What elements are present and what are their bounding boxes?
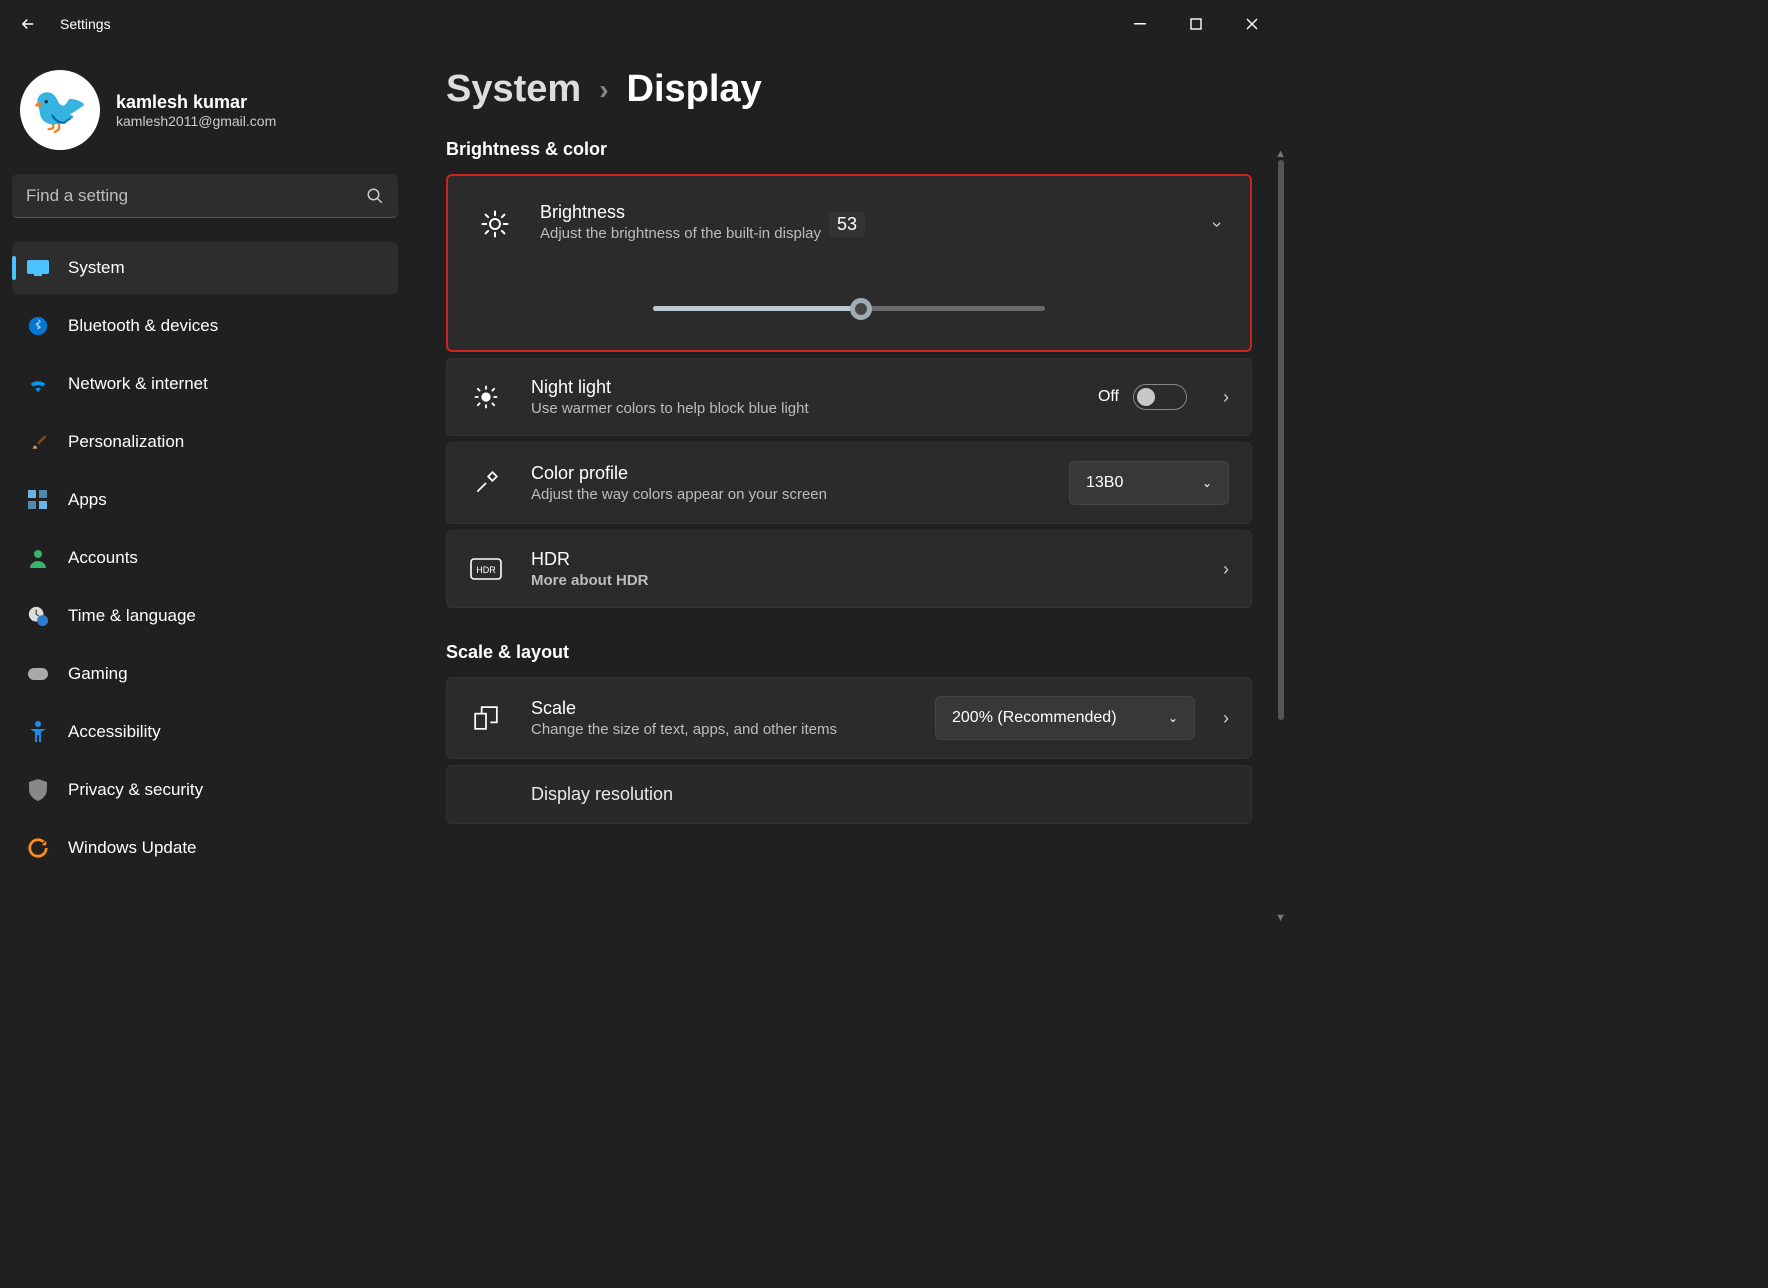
night-light-icon [469,383,503,411]
breadcrumb: System › Display [446,68,1252,111]
sidebar-item-bluetooth[interactable]: Bluetooth & devices [12,300,398,352]
scale-subtitle: Change the size of text, apps, and other… [531,721,907,738]
slider-fill [653,306,861,311]
sidebar-item-windows-update[interactable]: Windows Update [12,822,398,874]
maximize-button[interactable] [1168,4,1224,44]
sidebar-item-label: Network & internet [68,374,208,394]
night-light-toggle[interactable] [1133,384,1187,410]
chevron-down-icon[interactable]: › [1207,221,1228,227]
wifi-icon [26,372,50,396]
shield-icon [26,778,50,802]
apps-icon [26,488,50,512]
display-resolution-title: Display resolution [531,784,1229,805]
sidebar-item-network[interactable]: Network & internet [12,358,398,410]
sidebar-item-personalization[interactable]: Personalization [12,416,398,468]
eyedropper-icon [469,470,503,496]
hdr-subtitle[interactable]: More about HDR [531,572,1195,589]
sidebar-item-time-language[interactable]: Time & language [12,590,398,642]
bluetooth-icon [26,314,50,338]
brightness-subtitle: Adjust the brightness of the built-in di… [540,225,821,242]
sidebar-item-label: Apps [68,490,107,510]
hdr-card[interactable]: HDR HDR More about HDR › [446,530,1252,608]
sidebar-item-accessibility[interactable]: Accessibility [12,706,398,758]
brightness-card[interactable]: Brightness Adjust the brightness of the … [446,174,1252,352]
scrollbar-thumb[interactable] [1278,160,1284,720]
scroll-up-icon[interactable]: ▲ [1275,148,1286,160]
chevron-right-icon[interactable]: › [1223,387,1229,408]
search-icon [366,187,384,205]
sidebar-item-label: Windows Update [68,838,197,858]
sidebar-item-system[interactable]: System [12,242,398,294]
clock-globe-icon [26,604,50,628]
scale-selected: 200% (Recommended) [952,709,1117,727]
brightness-value: 53 [829,212,865,237]
scale-icon [469,705,503,731]
section-brightness-color: Brightness & color [446,139,1252,160]
avatar: 🐦 [20,70,100,150]
color-profile-dropdown[interactable]: 13B0 ⌄ [1069,461,1229,505]
back-button[interactable] [8,4,48,44]
chevron-down-icon: ⌄ [1202,476,1212,490]
chevron-down-icon: ⌄ [1168,711,1178,725]
hdr-title: HDR [531,549,1195,570]
breadcrumb-parent[interactable]: System [446,68,581,111]
minimize-button[interactable] [1112,4,1168,44]
close-button[interactable] [1224,4,1280,44]
sidebar-item-apps[interactable]: Apps [12,474,398,526]
scale-card[interactable]: Scale Change the size of text, apps, and… [446,677,1252,759]
scale-title: Scale [531,698,907,719]
breadcrumb-current: Display [627,68,762,111]
sidebar-item-accounts[interactable]: Accounts [12,532,398,584]
slider-thumb[interactable] [850,298,872,320]
hdr-icon: HDR [469,558,503,580]
sun-icon [478,209,512,239]
scale-dropdown[interactable]: 200% (Recommended) ⌄ [935,696,1195,740]
night-light-card[interactable]: Night light Use warmer colors to help bl… [446,358,1252,436]
night-light-state: Off [1098,388,1119,406]
sidebar-item-label: Bluetooth & devices [68,316,218,336]
scroll-down-icon[interactable]: ▼ [1275,912,1286,924]
sidebar-item-label: System [68,258,125,278]
person-icon [26,546,50,570]
brush-icon [26,430,50,454]
sidebar-item-label: Gaming [68,664,128,684]
sidebar-item-label: Privacy & security [68,780,203,800]
gamepad-icon [26,662,50,686]
chevron-right-icon[interactable]: › [1223,708,1229,729]
color-profile-subtitle: Adjust the way colors appear on your scr… [531,486,1041,503]
color-profile-card[interactable]: Color profile Adjust the way colors appe… [446,442,1252,524]
sidebar-item-gaming[interactable]: Gaming [12,648,398,700]
color-profile-selected: 13B0 [1086,474,1123,492]
night-light-subtitle: Use warmer colors to help block blue lig… [531,400,1070,417]
sidebar-item-privacy[interactable]: Privacy & security [12,764,398,816]
svg-text:HDR: HDR [476,565,496,575]
update-icon [26,836,50,860]
system-icon [26,256,50,280]
accessibility-icon [26,720,50,744]
brightness-title: Brightness [540,202,821,223]
brightness-slider[interactable] [653,298,1045,318]
sidebar-item-label: Time & language [68,606,196,626]
night-light-title: Night light [531,377,1070,398]
chevron-right-icon: › [599,74,608,106]
sidebar-item-label: Accounts [68,548,138,568]
profile-block[interactable]: 🐦 kamlesh kumar kamlesh2011@gmail.com [12,60,398,170]
profile-email: kamlesh2011@gmail.com [116,113,276,129]
color-profile-title: Color profile [531,463,1041,484]
search-placeholder: Find a setting [26,186,366,206]
sidebar-item-label: Accessibility [68,722,161,742]
sidebar-item-label: Personalization [68,432,184,452]
section-scale-layout: Scale & layout [446,642,1252,663]
display-resolution-card[interactable]: Display resolution [446,765,1252,824]
chevron-right-icon[interactable]: › [1223,559,1229,580]
search-input[interactable]: Find a setting [12,174,398,218]
window-title: Settings [60,16,111,32]
profile-name: kamlesh kumar [116,92,276,113]
